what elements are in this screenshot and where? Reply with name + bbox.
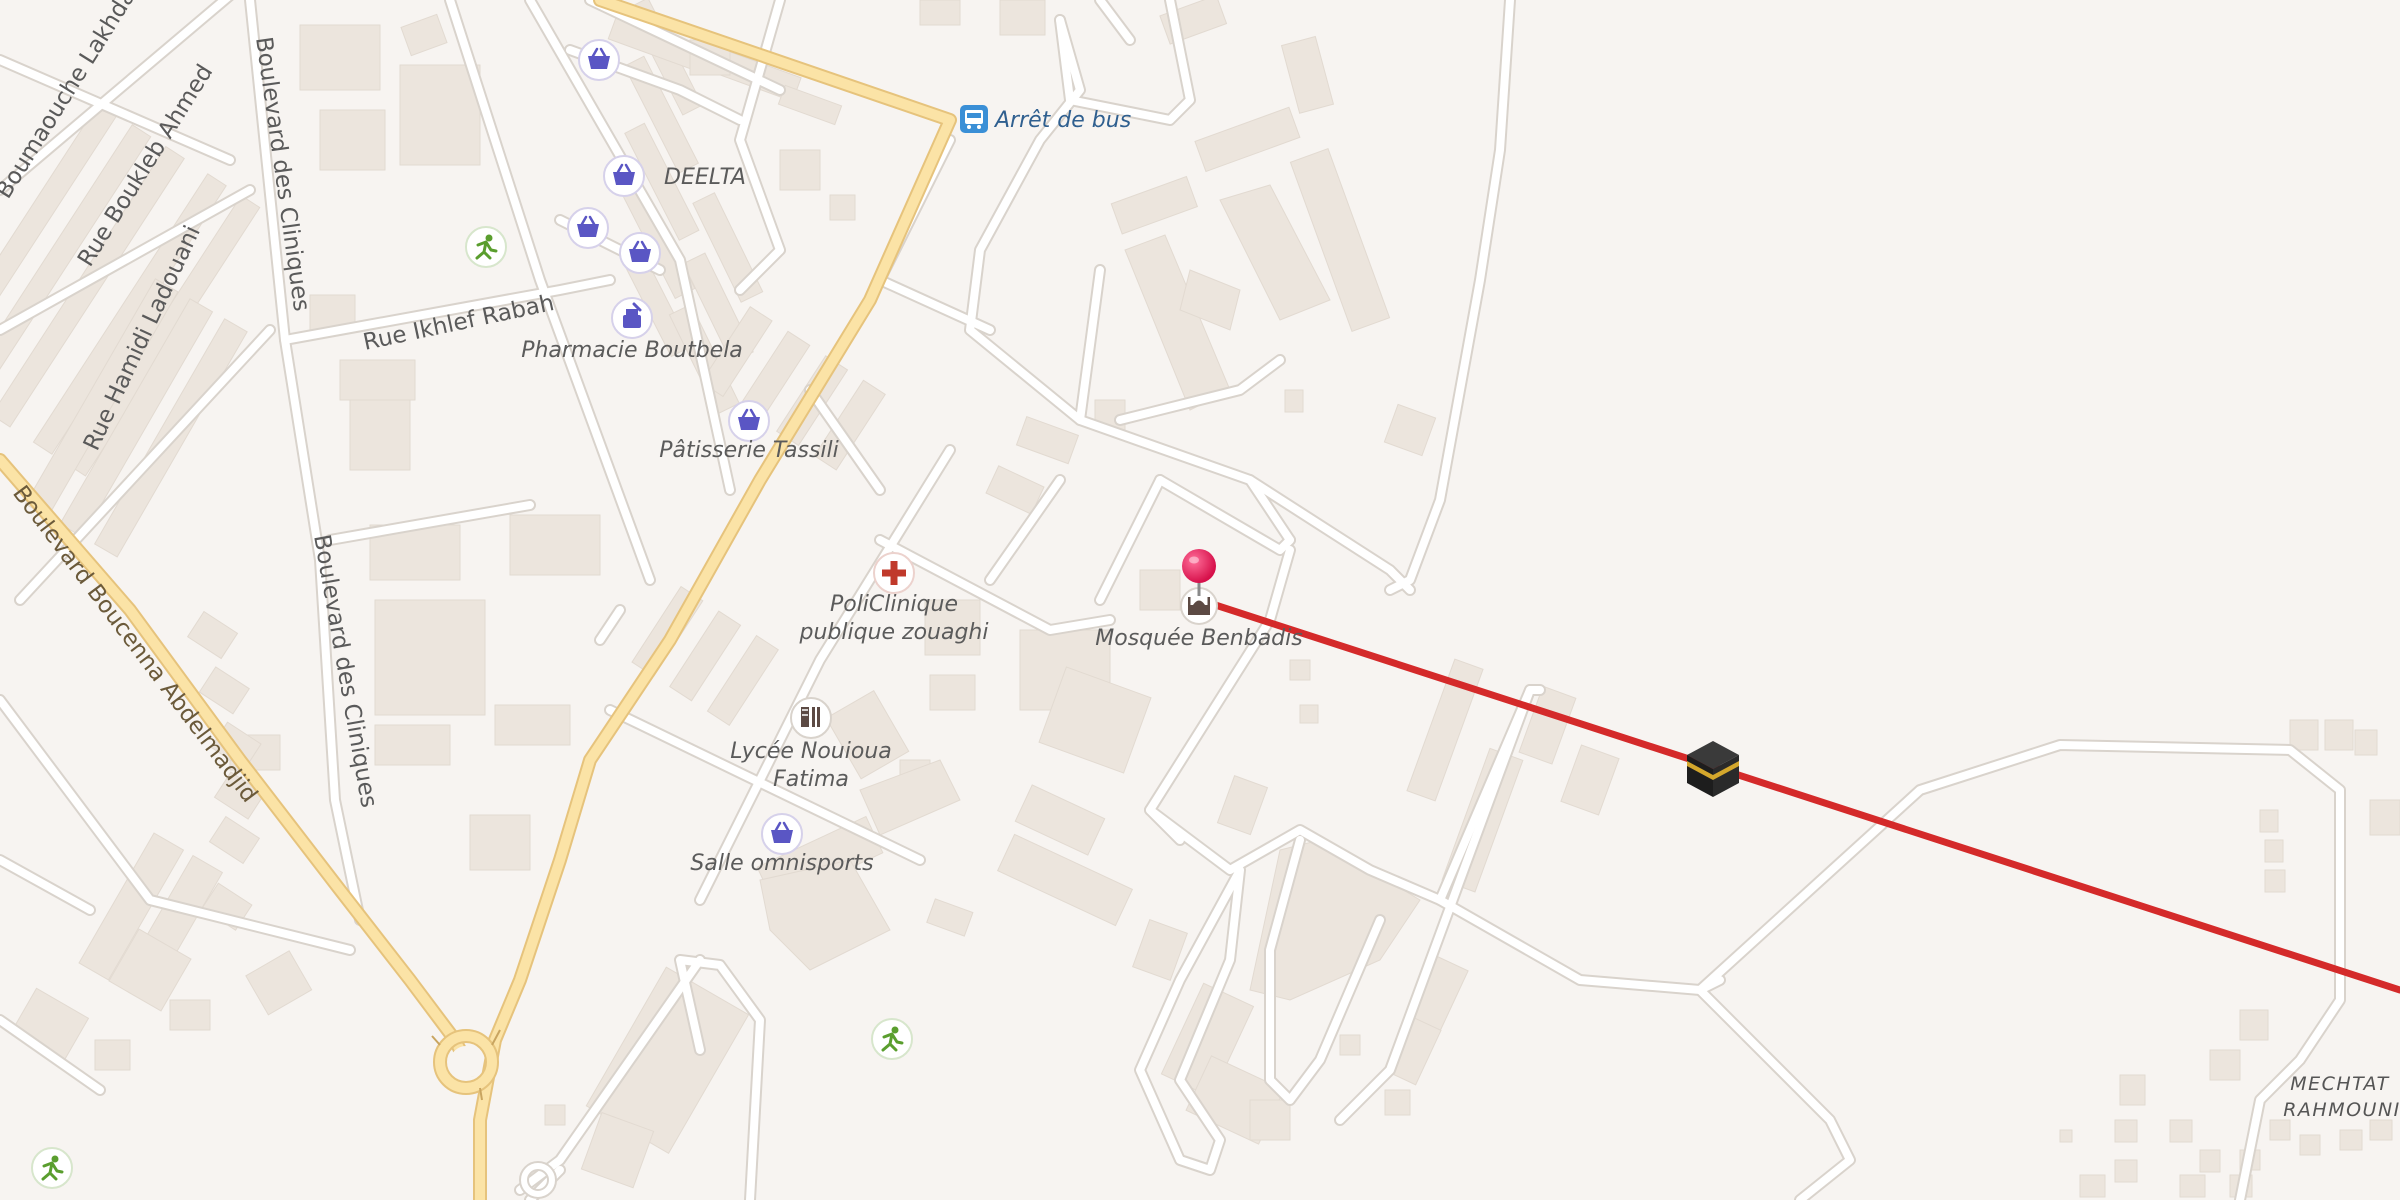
mosquee-label: Mosquée Benbadis xyxy=(1095,626,1302,651)
pharmacie-label: Pharmacie Boutbela xyxy=(521,338,743,363)
shopping-basket-icon[interactable] xyxy=(578,39,620,81)
deelta-label: DEELTA xyxy=(664,165,746,190)
sports-runner-icon[interactable] xyxy=(31,1147,73,1189)
sports-runner-icon[interactable] xyxy=(871,1018,913,1060)
shopping-basket-icon[interactable] xyxy=(761,813,803,855)
policlinique-label-2: publique zouaghi xyxy=(799,620,989,645)
school-icon[interactable] xyxy=(790,697,832,739)
patisserie-label: Pâtisserie Tassili xyxy=(659,438,839,463)
lycee-label-1: Lycée Nouioua xyxy=(730,739,892,764)
salle-label: Salle omnisports xyxy=(690,851,873,876)
shopping-basket-icon[interactable] xyxy=(619,232,661,274)
shopping-basket-icon[interactable] xyxy=(728,400,770,442)
policlinique-label-1: PoliClinique xyxy=(830,592,958,617)
pharmacy-icon[interactable] xyxy=(611,297,653,339)
shopping-basket-icon[interactable] xyxy=(567,207,609,249)
medical-cross-icon[interactable] xyxy=(873,552,915,594)
bus-stop-label: Arrêt de bus xyxy=(993,108,1131,133)
lycee-label-2: Fatima xyxy=(773,767,849,792)
map-canvas[interactable]: Boumaouche Lakhdar Rue Boukleb Ahmed Rue… xyxy=(0,0,2400,1200)
locality-label-2: RAHMOUNI xyxy=(2283,1099,2400,1121)
locality-label-1: MECHTAT xyxy=(2290,1073,2390,1095)
sports-runner-icon[interactable] xyxy=(465,226,507,268)
shopping-basket-icon[interactable] xyxy=(603,155,645,197)
bus-stop-icon[interactable] xyxy=(960,105,988,133)
